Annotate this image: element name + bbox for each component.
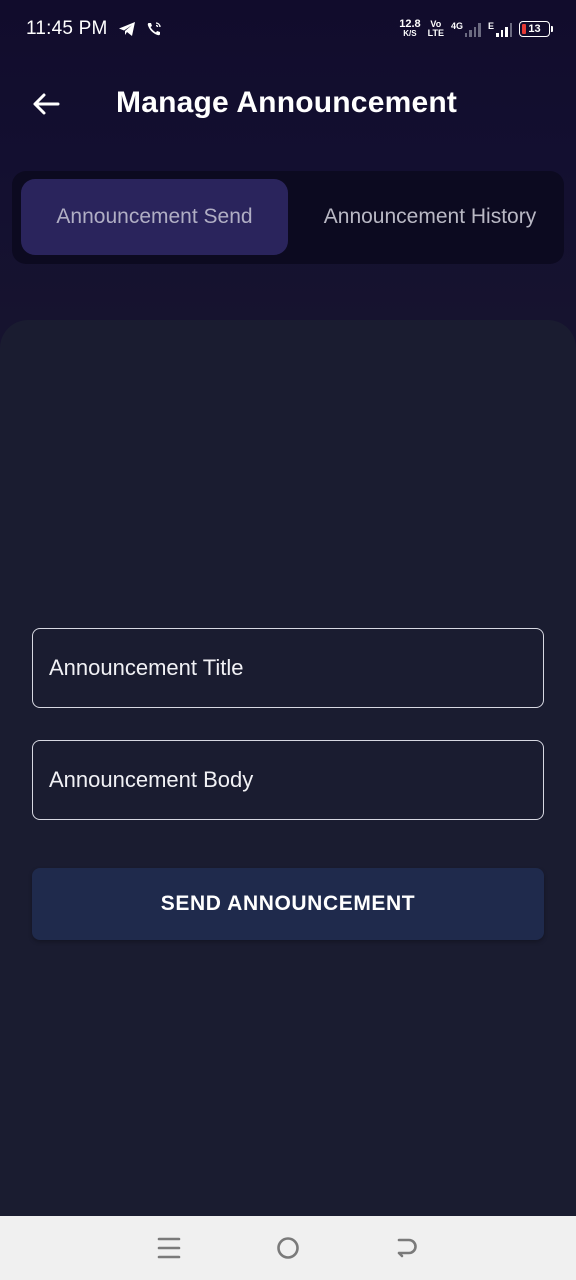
menu-icon	[158, 1237, 181, 1259]
signal-icon-2: E	[488, 21, 512, 37]
net-speed-unit: K/S	[403, 29, 417, 38]
system-nav-bar	[0, 1216, 576, 1280]
status-right: 12.8 K/S Vo LTE 4G E 13	[399, 18, 553, 39]
announcement-body-input[interactable]	[49, 767, 543, 793]
net-speed: 12.8 K/S	[399, 18, 421, 39]
announcement-title-input[interactable]	[49, 655, 543, 681]
battery-icon: 13	[519, 21, 553, 37]
back-button[interactable]	[26, 84, 66, 124]
battery-level: 13	[528, 23, 541, 35]
status-bar: 11:45 PM 12.8 K/S Vo LTE 4G E 13	[0, 0, 576, 58]
signal-bars-2	[496, 21, 512, 37]
announcement-title-field[interactable]	[32, 628, 544, 708]
telegram-icon	[118, 21, 136, 37]
content-card: SEND ANNOUNCEMENT	[0, 320, 576, 1220]
tab-announcement-history[interactable]: Announcement History	[302, 179, 558, 255]
volte-bottom: LTE	[427, 28, 444, 38]
home-icon	[277, 1237, 299, 1259]
send-announcement-button[interactable]: SEND ANNOUNCEMENT	[32, 868, 544, 940]
volte-indicator: Vo LTE	[428, 20, 444, 38]
signal-bars-1	[464, 21, 481, 37]
arrow-left-icon	[33, 93, 60, 115]
network-type-1: 4G	[450, 21, 463, 31]
network-type-2: E	[487, 21, 494, 31]
system-back-button[interactable]	[387, 1228, 427, 1268]
menu-button[interactable]	[149, 1228, 189, 1268]
tab-bar: Announcement Send Announcement History	[12, 171, 564, 264]
tab-announcement-send[interactable]: Announcement Send	[21, 179, 288, 255]
back-icon	[397, 1238, 417, 1258]
page-title: Manage Announcement	[116, 86, 458, 119]
home-button[interactable]	[268, 1228, 308, 1268]
net-speed-value: 12.8	[399, 18, 421, 30]
wifi-call-icon	[146, 21, 162, 37]
status-time: 11:45 PM	[26, 18, 108, 39]
announcement-body-field[interactable]	[32, 740, 544, 820]
app-header: Manage Announcement	[0, 68, 576, 140]
signal-icon: 4G	[451, 21, 481, 37]
status-left: 11:45 PM	[26, 18, 162, 40]
